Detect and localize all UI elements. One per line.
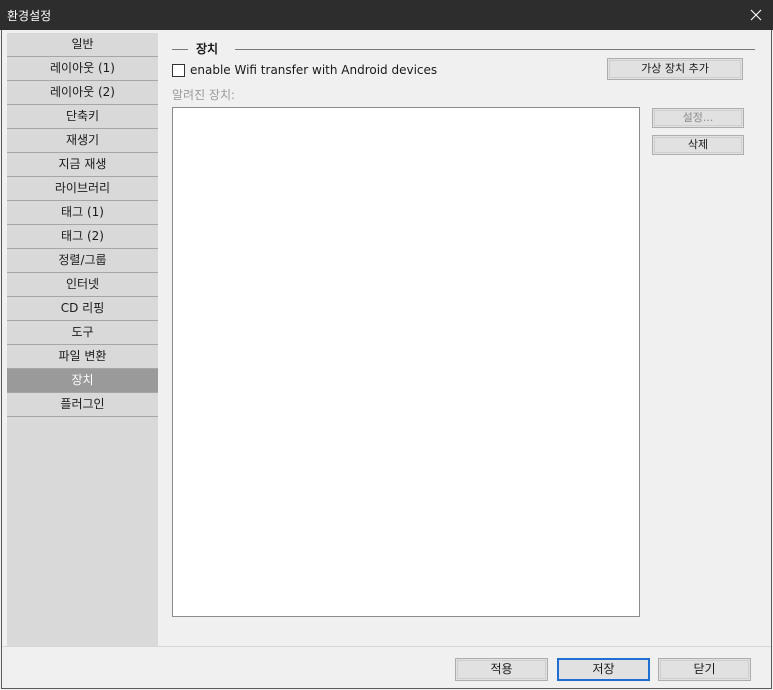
group-divider-right xyxy=(235,49,755,50)
group-divider-left xyxy=(172,49,188,50)
device-settings-button[interactable]: 설정... xyxy=(652,108,744,128)
wifi-transfer-label[interactable]: enable Wifi transfer with Android device… xyxy=(190,63,437,77)
sidebar-item-devices[interactable]: 장치 xyxy=(7,369,158,393)
sidebar-item-now-playing[interactable]: 지금 재생 xyxy=(7,153,158,177)
window-close-button[interactable] xyxy=(739,0,773,30)
window-title: 환경설정 xyxy=(7,9,52,23)
footer-divider xyxy=(2,646,771,647)
sidebar-item-layout-1[interactable]: 레이아웃 (1) xyxy=(7,57,158,81)
devices-group-title: 장치 xyxy=(196,42,219,56)
sidebar-item-sort-group[interactable]: 정렬/그룹 xyxy=(7,249,158,273)
save-button[interactable]: 저장 xyxy=(557,658,650,681)
sidebar-item-tags-2[interactable]: 태그 (2) xyxy=(7,225,158,249)
sidebar-item-cd-ripping[interactable]: CD 리핑 xyxy=(7,297,158,321)
sidebar-item-tags-1[interactable]: 태그 (1) xyxy=(7,201,158,225)
wifi-transfer-checkbox[interactable] xyxy=(172,63,185,77)
known-devices-list[interactable] xyxy=(172,107,640,617)
known-devices-label: 알려진 장치: xyxy=(172,88,236,102)
sidebar-item-player[interactable]: 재생기 xyxy=(7,129,158,153)
delete-device-button[interactable]: 삭제 xyxy=(652,135,744,155)
preferences-window: 환경설정 일반 레이아웃 (1) 레이아웃 (2) 단축키 재생기 지금 재생 … xyxy=(0,0,773,690)
sidebar-item-internet[interactable]: 인터넷 xyxy=(7,273,158,297)
dialog-body: 일반 레이아웃 (1) 레이아웃 (2) 단축키 재생기 지금 재생 라이브러리… xyxy=(1,30,772,689)
sidebar-item-shortcuts[interactable]: 단축키 xyxy=(7,105,158,129)
sidebar-item-file-convert[interactable]: 파일 변환 xyxy=(7,345,158,369)
category-sidebar: 일반 레이아웃 (1) 레이아웃 (2) 단축키 재생기 지금 재생 라이브러리… xyxy=(7,33,158,646)
wifi-transfer-option[interactable]: enable Wifi transfer with Android device… xyxy=(172,61,437,79)
close-button[interactable]: 닫기 xyxy=(658,658,751,681)
sidebar-item-general[interactable]: 일반 xyxy=(7,33,158,57)
close-icon xyxy=(750,9,762,21)
title-bar[interactable]: 환경설정 xyxy=(0,0,773,30)
sidebar-item-layout-2[interactable]: 레이아웃 (2) xyxy=(7,81,158,105)
sidebar-item-plugins[interactable]: 플러그인 xyxy=(7,393,158,417)
apply-button[interactable]: 적용 xyxy=(455,658,548,681)
devices-panel: 장치 enable Wifi transfer with Android dev… xyxy=(158,33,769,646)
sidebar-item-tools[interactable]: 도구 xyxy=(7,321,158,345)
add-virtual-device-button[interactable]: 가상 장치 추가 xyxy=(607,58,743,80)
sidebar-item-library[interactable]: 라이브러리 xyxy=(7,177,158,201)
